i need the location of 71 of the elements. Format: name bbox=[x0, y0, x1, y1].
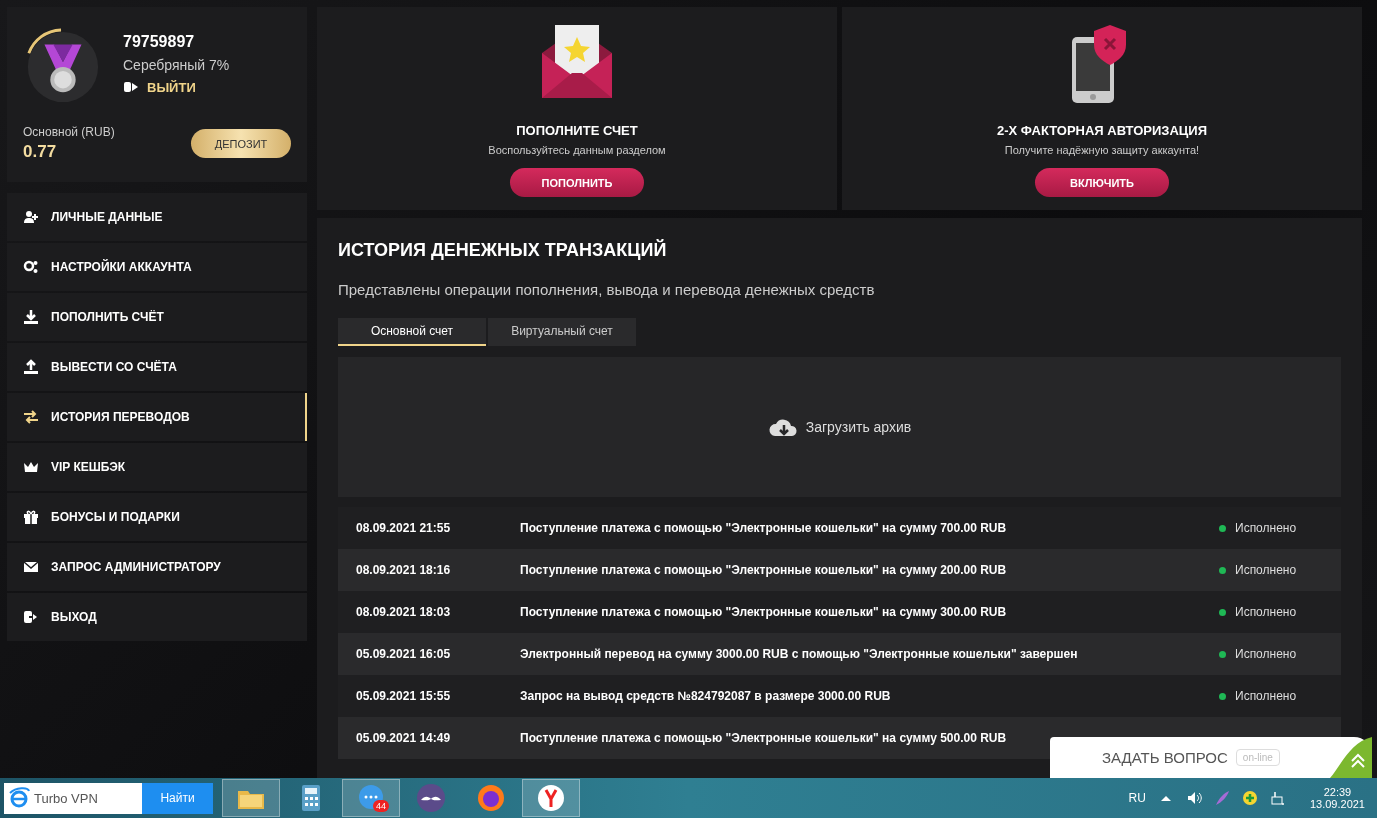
user-id: 79759897 bbox=[123, 33, 196, 51]
transaction-status: Исполнено bbox=[1235, 689, 1297, 703]
network-icon[interactable] bbox=[1269, 790, 1286, 806]
transaction-status: Исполнено bbox=[1235, 521, 1297, 535]
transaction-date: 08.09.2021 21:55 bbox=[356, 521, 452, 535]
sidebar-item[interactable]: ЗАПРОС АДМИНИСТРАТОРУ bbox=[7, 543, 307, 591]
logout-link[interactable]: ВЫЙТИ bbox=[123, 79, 196, 95]
transaction-date: 05.09.2021 14:49 bbox=[356, 731, 452, 745]
sidebar-item[interactable]: ВЫХОД bbox=[7, 593, 307, 641]
deposit-button[interactable]: ДЕПОЗИТ bbox=[191, 129, 291, 158]
transaction-description: Поступление платежа с помощью "Электронные кошельки" на сумму 200.00 RUB bbox=[520, 563, 1008, 577]
gears-icon bbox=[23, 259, 39, 275]
language-indicator[interactable]: RU bbox=[1128, 791, 1146, 805]
chevron-up-icon bbox=[1330, 737, 1372, 778]
transaction-description: Поступление платежа с помощью "Электронные кошельки" на сумму 300.00 RUB bbox=[520, 605, 1008, 619]
transaction-status: Исполнено bbox=[1235, 563, 1297, 577]
chat-label: ЗАДАТЬ ВОПРОС bbox=[1102, 749, 1228, 766]
promo-button[interactable]: ВКЛЮЧИТЬ bbox=[1035, 168, 1169, 197]
transaction-date: 08.09.2021 18:16 bbox=[356, 563, 452, 577]
clock-time: 22:39 bbox=[1323, 786, 1352, 798]
transaction-description: Поступление платежа с помощью "Электронные кошельки" на сумму 500.00 RUB bbox=[520, 731, 1008, 745]
level-label: Серебряный 7% bbox=[123, 57, 230, 73]
download-archive-button[interactable]: Загрузить архив bbox=[761, 415, 918, 439]
volume-icon[interactable] bbox=[1185, 790, 1202, 806]
transaction-description: Запрос на вывод средств №824792087 в размере 3000.00 RUB bbox=[520, 689, 892, 703]
sidebar-item[interactable]: ВЫВЕСТИ СО СЧЁТА bbox=[7, 343, 307, 391]
transaction-description: Электронный перевод на сумму 3000.00 RUB с помощью "Электронные кошельки" завершен bbox=[520, 647, 1079, 661]
promo-button[interactable]: ПОПОЛНИТЬ bbox=[510, 168, 644, 197]
sidebar-item[interactable]: БОНУСЫ И ПОДАРКИ bbox=[7, 493, 307, 541]
browser-e-icon bbox=[8, 787, 30, 809]
transaction-date: 05.09.2021 15:55 bbox=[356, 689, 452, 703]
online-badge: on-line bbox=[1235, 749, 1280, 766]
taskbar-app[interactable]: 44 bbox=[342, 779, 400, 817]
taskbar-app[interactable] bbox=[222, 779, 280, 817]
taskbar-app[interactable] bbox=[522, 779, 580, 817]
download-icon bbox=[23, 309, 39, 325]
promo-subtitle: Воспользуйтесь данным разделом bbox=[488, 144, 666, 156]
upload-icon bbox=[23, 359, 39, 375]
exchange-icon bbox=[23, 409, 39, 425]
envelope-icon bbox=[23, 559, 39, 575]
section-title: ИСТОРИЯ ДЕНЕЖНЫХ ТРАНЗАКЦИЙ bbox=[338, 240, 668, 261]
transaction-date: 05.09.2021 16:05 bbox=[356, 647, 452, 661]
balance-amount: 0.77 bbox=[23, 142, 58, 162]
notification-badge: 44 bbox=[373, 800, 389, 812]
transaction-status: Исполнено bbox=[1235, 647, 1297, 661]
logout-icon bbox=[23, 609, 39, 625]
y-letter-icon bbox=[536, 783, 566, 813]
sidebar-item[interactable]: VIP КЕШБЭК bbox=[7, 443, 307, 491]
plus-icon[interactable] bbox=[1241, 790, 1258, 806]
transaction-description: Поступление платежа с помощью "Электронные кошельки" на сумму 700.00 RUB bbox=[520, 521, 1008, 535]
logout-icon bbox=[123, 79, 139, 95]
transaction-date: 08.09.2021 18:03 bbox=[356, 605, 452, 619]
mustache-icon bbox=[416, 783, 446, 813]
promo-title: ПОПОЛНИТЕ СЧЕТ bbox=[516, 123, 638, 138]
balance-label: Основной (RUB) bbox=[23, 125, 115, 139]
account-tab[interactable]: Виртуальный счет bbox=[488, 318, 636, 346]
taskbar-search-field[interactable]: Turbo VPN Найти bbox=[4, 782, 213, 814]
user-add-icon bbox=[23, 209, 39, 225]
clock-date: 13.09.2021 bbox=[1309, 798, 1365, 810]
globe-icon bbox=[476, 783, 506, 813]
promo-subtitle: Получите надёжную защиту аккаунта! bbox=[1004, 144, 1200, 156]
promo-title: 2-Х ФАКТОРНАЯ АВТОРИЗАЦИЯ bbox=[996, 123, 1208, 138]
sidebar-item[interactable]: НАСТРОЙКИ АККАУНТА bbox=[7, 243, 307, 291]
sidebar-item[interactable]: ЛИЧНЫЕ ДАННЫЕ bbox=[7, 193, 307, 241]
transaction-status: Исполнено bbox=[1235, 605, 1297, 619]
sidebar-item[interactable]: ИСТОРИЯ ПЕРЕВОДОВ bbox=[7, 393, 307, 441]
account-tab[interactable]: Основной счет bbox=[338, 318, 486, 346]
ask-question-widget[interactable]: ЗАДАТЬ ВОПРОС on-line bbox=[1050, 737, 1372, 778]
section-subtitle: Представлены операции пополнения, вывода и перевода денежных средств bbox=[338, 281, 876, 298]
sidebar-item[interactable]: ПОПОЛНИТЬ СЧЁТ bbox=[7, 293, 307, 341]
gift-icon bbox=[23, 509, 39, 525]
